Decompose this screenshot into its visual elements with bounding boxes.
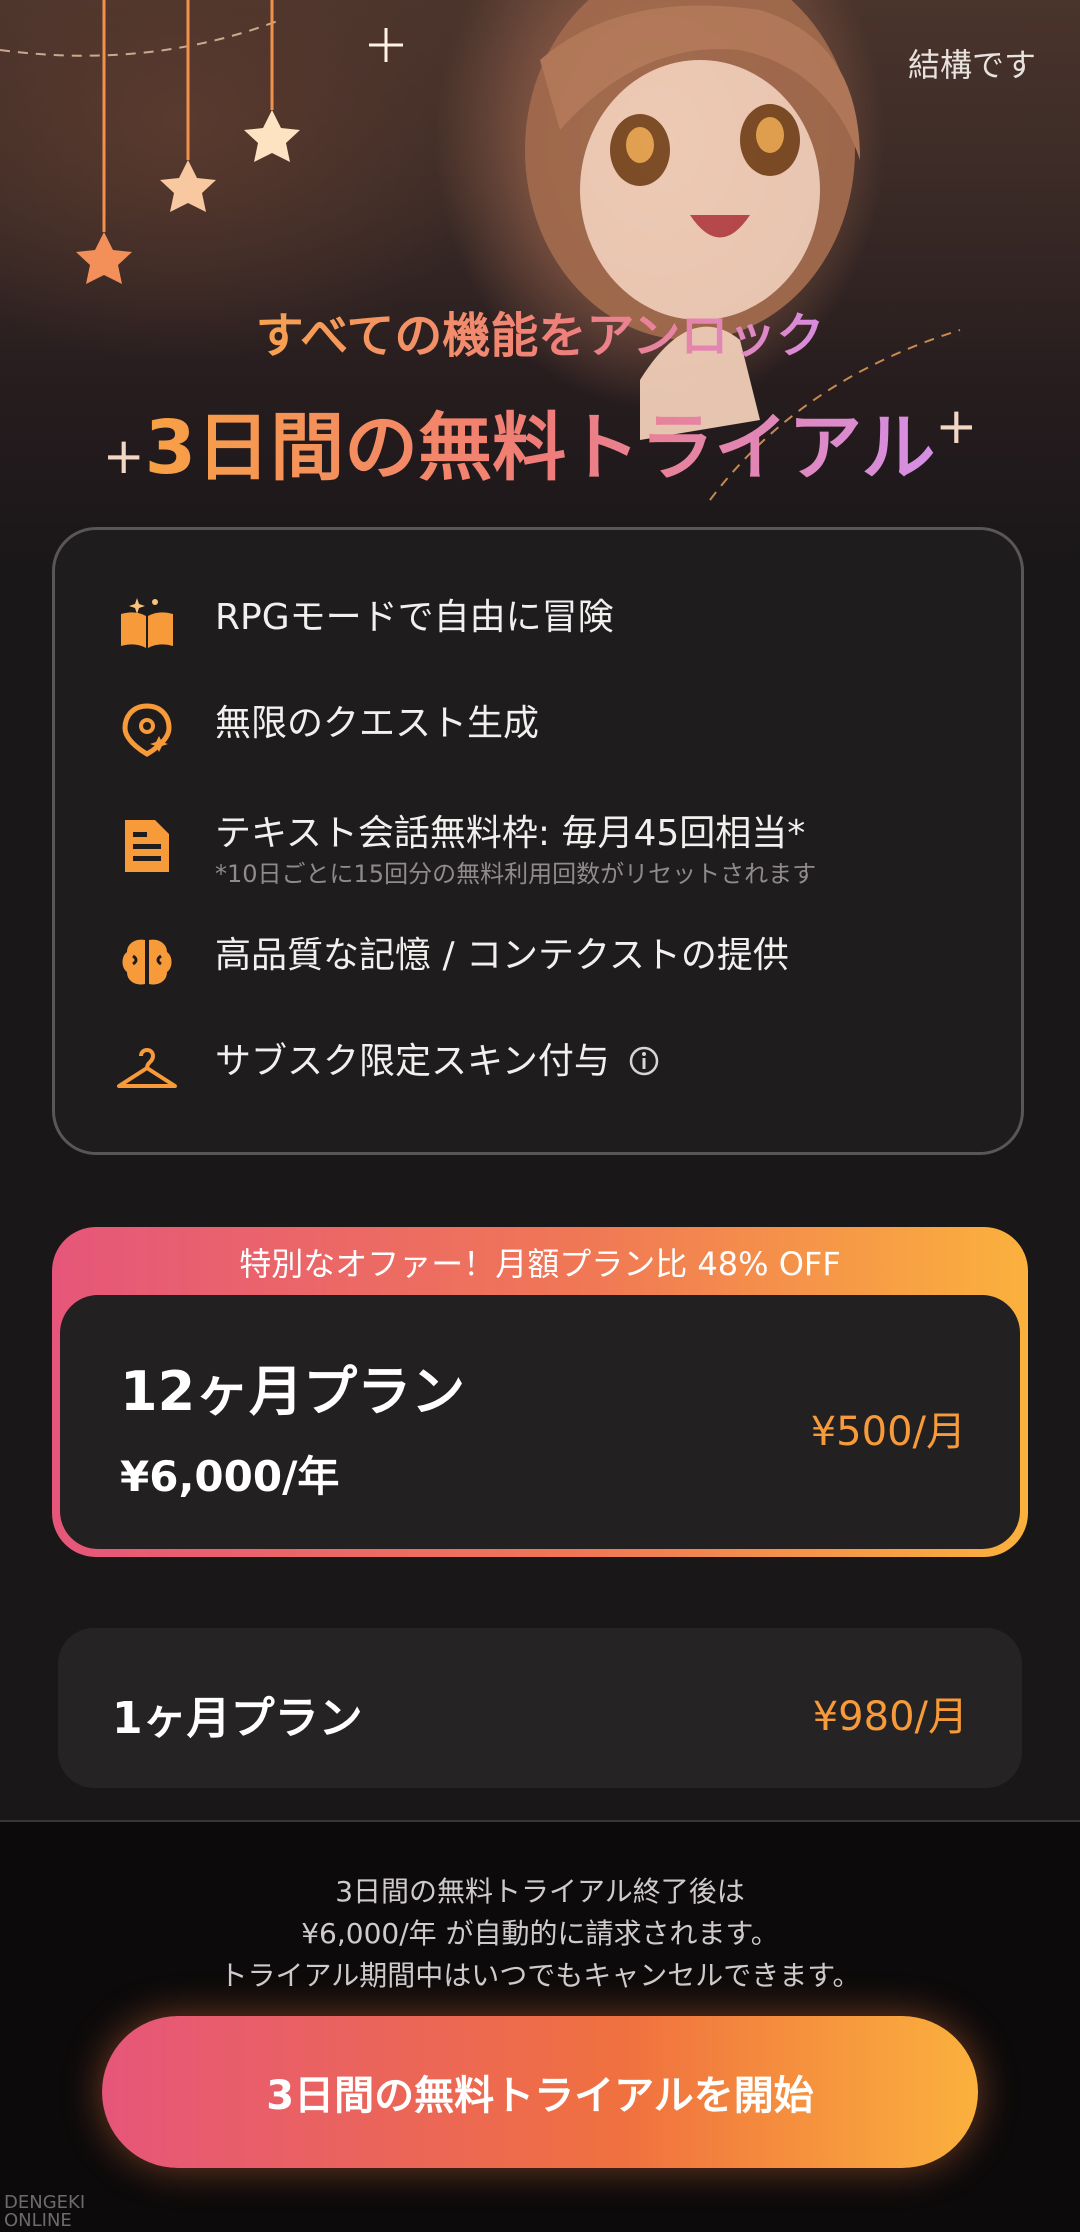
sparkle-icon: + [935, 397, 978, 455]
start-trial-button[interactable]: 3日間の無料トライアルを開始 [102, 2016, 978, 2168]
feature-skin-row: サブスク限定スキン付与 [215, 1036, 660, 1088]
watermark: DENGEKI ONLINE [4, 2192, 86, 2231]
plan-option-monthly[interactable]: 1ヶ月プラン ¥980/月 [58, 1628, 1022, 1788]
trial-title: +3日間の無料トライアル+ [102, 397, 978, 491]
feature-item-text-chat: テキスト会話無料枠: 毎月45回相当* *10日ごとに15回分の無料利用回数がリ… [115, 808, 816, 888]
plan-monthly-price: ¥980/月 [812, 1694, 968, 1740]
plan-yearly-price: ¥6,000/年 [120, 1452, 340, 1501]
offer-banner: 特別なオファー！月額プラン比 48% OFF [239, 1245, 841, 1283]
brain-icon [115, 930, 179, 994]
feature-label: テキスト会話無料枠: 毎月45回相当* [215, 813, 806, 854]
feature-label: 無限のクエスト生成 [215, 703, 540, 744]
feature-item-rpg: RPGモードで自由に冒険 [115, 592, 614, 656]
feature-item-skin: サブスク限定スキン付与 [115, 1036, 660, 1100]
plan-option-annual[interactable]: 特別なオファー！月額プラン比 48% OFF 12ヶ月プラン ¥6,000/年 … [52, 1227, 1028, 1557]
plan-name: 1ヶ月プラン [112, 1693, 363, 1744]
skip-button[interactable]: 結構です [908, 40, 1036, 86]
character-illustration [525, 0, 860, 440]
feature-label: 高品質な記憶 / コンテクストの提供 [215, 935, 789, 976]
book-icon [115, 592, 179, 656]
annual-plan-card: 12ヶ月プラン ¥6,000/年 ¥500/月 [60, 1295, 1020, 1549]
billing-info-line: 3日間の無料トライアル終了後は [335, 1875, 745, 1908]
unlock-subtitle: すべての機能をアンロック [255, 308, 825, 364]
feature-note: *10日ごとに15回分の無料利用回数がリセットされます [215, 860, 817, 888]
sparkle-icon [369, 28, 403, 62]
bottom-panel: 3日間の無料トライアル終了後は ¥6,000/年 が自動的に請求されます。 トラ… [0, 1820, 1080, 2232]
sparkle-icon: + [102, 427, 145, 485]
feature-item-quest: 無限のクエスト生成 [115, 698, 539, 762]
feature-item-memory: 高品質な記憶 / コンテクストの提供 [115, 930, 789, 994]
billing-info-line: トライアル期間中はいつでもキャンセルできます。 [219, 1959, 861, 1992]
billing-info-line: ¥6,000/年 が自動的に請求されます。 [301, 1917, 779, 1950]
feature-label: RPGモードで自由に冒険 [215, 597, 614, 638]
feature-label: サブスク限定スキン付与 [215, 1041, 610, 1082]
quest-pin-icon [115, 698, 179, 762]
plan-monthly-price: ¥500/月 [810, 1409, 966, 1455]
plan-name: 12ヶ月プラン [120, 1360, 466, 1423]
hanger-icon [115, 1036, 179, 1100]
info-icon[interactable] [628, 1040, 660, 1076]
document-icon [115, 814, 179, 878]
hero-banner: 結構です すべての機能をアンロック +3日間の無料トライアル+ [0, 0, 1080, 560]
feature-list: RPGモードで自由に冒険 無限のクエスト生成 テキスト会話無料枠: 毎月45回相… [52, 527, 1024, 1155]
